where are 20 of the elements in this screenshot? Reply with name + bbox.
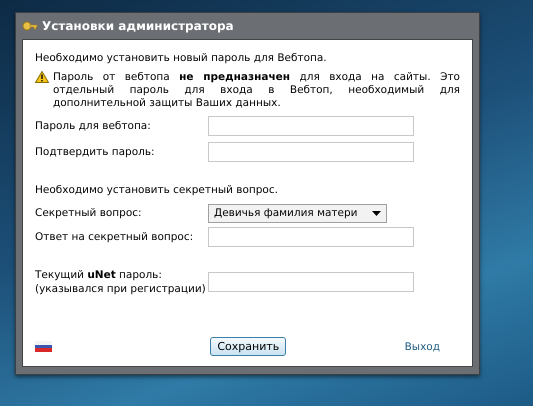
field-label: Текущий uNet пароль: bbox=[35, 269, 162, 281]
field-label: Ответ на секретный вопрос: bbox=[35, 231, 194, 243]
password-field[interactable] bbox=[208, 142, 414, 162]
intro-text: Необходимо установить новый пароль для Вебтопа. bbox=[35, 52, 328, 65]
warning-icon bbox=[35, 71, 49, 83]
field-hint: (указывался при регистрации) bbox=[35, 283, 206, 295]
dropdown-caret-icon bbox=[372, 210, 381, 216]
answer-field[interactable] bbox=[208, 227, 414, 247]
secret-intro-text: Необходимо установить секретный вопрос. bbox=[35, 184, 279, 197]
password-field[interactable] bbox=[208, 116, 414, 136]
warning-text: Пароль от вебтопа не предназначен для входа на сайты. Это отдельный пароль для входа в Вебтоп, необходимый для дополнительной защиты Ваших данных. bbox=[53, 71, 460, 110]
password-field[interactable] bbox=[208, 272, 414, 292]
flag-icon[interactable] bbox=[35, 341, 52, 352]
window-title: Установки администратора bbox=[42, 19, 234, 33]
field-label: Секретный вопрос: bbox=[35, 207, 143, 219]
field-label: Подтвердить пароль: bbox=[35, 146, 156, 158]
field-label: Пароль для вебтопа: bbox=[35, 120, 152, 132]
save-button[interactable]: Сохранить bbox=[210, 337, 286, 356]
secret-question-dropdown[interactable]: Девичья фамилия матери bbox=[208, 204, 387, 222]
exit-link[interactable]: Выход bbox=[404, 340, 440, 352]
